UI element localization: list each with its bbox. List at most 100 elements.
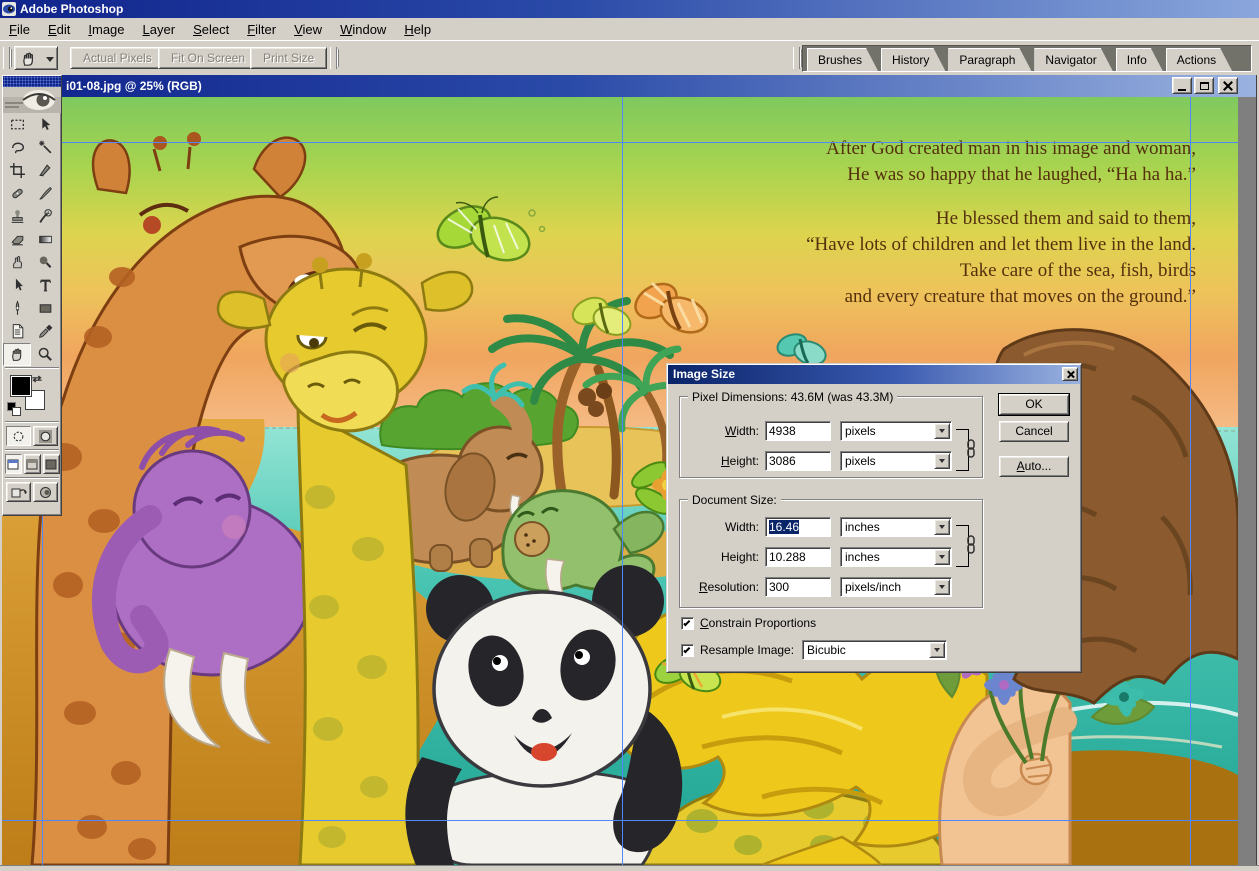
check-icon bbox=[683, 645, 691, 653]
doc-height-unit-select[interactable]: inches bbox=[840, 547, 952, 567]
menu-layer[interactable]: Layer bbox=[134, 20, 185, 39]
print-size-button[interactable]: Print Size bbox=[250, 47, 328, 69]
doc-minimize-button[interactable] bbox=[1172, 77, 1192, 94]
tool-eyedropper[interactable] bbox=[31, 320, 59, 343]
tool-zoom[interactable] bbox=[31, 343, 59, 366]
chevron-down-icon[interactable] bbox=[934, 519, 950, 535]
doc-width-input[interactable]: 16.46 bbox=[765, 517, 831, 537]
actual-pixels-button[interactable]: Actual Pixels bbox=[70, 47, 165, 69]
tool-lasso[interactable] bbox=[3, 136, 31, 159]
guide-horizontal bbox=[2, 820, 1238, 821]
menu-image[interactable]: Image bbox=[79, 20, 133, 39]
document-title: i01-08.jpg @ 25% (RGB) bbox=[66, 79, 202, 93]
fullscreen-menubar-button[interactable] bbox=[23, 454, 41, 474]
close-icon bbox=[1223, 81, 1233, 91]
tool-brush[interactable] bbox=[31, 182, 59, 205]
tool-slice[interactable] bbox=[31, 159, 59, 182]
constrain-proportions-checkbox[interactable] bbox=[681, 616, 694, 630]
adobe-eye-logo[interactable] bbox=[3, 87, 61, 113]
tool-preset-dropdown-icon[interactable] bbox=[44, 47, 57, 71]
ok-button[interactable]: OK bbox=[999, 394, 1069, 415]
tool-pen[interactable] bbox=[3, 297, 31, 320]
dialog-titlebar[interactable]: Image Size bbox=[668, 365, 1080, 384]
tab-info[interactable]: Info bbox=[1116, 48, 1163, 71]
doc-restore-button[interactable] bbox=[1194, 77, 1214, 94]
resample-image-checkbox[interactable] bbox=[681, 643, 694, 657]
chevron-down-icon[interactable] bbox=[934, 579, 950, 595]
chain-link-icon bbox=[967, 535, 975, 554]
standard-mode-button[interactable] bbox=[6, 426, 31, 446]
menu-window[interactable]: Window bbox=[331, 20, 395, 39]
tab-paragraph[interactable]: Paragraph bbox=[948, 48, 1031, 71]
menu-select[interactable]: Select bbox=[184, 20, 238, 39]
menu-view[interactable]: View bbox=[285, 20, 331, 39]
tool-path-selection[interactable] bbox=[3, 274, 31, 297]
resolution-unit-select[interactable]: pixels/inch bbox=[840, 577, 952, 597]
px-width-input[interactable]: 4938 bbox=[765, 421, 831, 441]
standard-screen-button[interactable] bbox=[4, 454, 22, 474]
tool-eraser[interactable] bbox=[3, 228, 31, 251]
document-size-legend: Document Size: bbox=[688, 493, 781, 507]
resample-image-label: Resample Image: bbox=[700, 643, 795, 657]
px-width-unit-select[interactable]: pixels bbox=[840, 421, 952, 441]
tool-shape[interactable] bbox=[31, 297, 59, 320]
tab-brushes[interactable]: Brushes bbox=[807, 48, 878, 71]
menu-help[interactable]: Help bbox=[395, 20, 440, 39]
app-titlebar[interactable]: Adobe Photoshop bbox=[0, 0, 1259, 18]
chevron-down-icon[interactable] bbox=[934, 423, 950, 439]
tool-move[interactable] bbox=[31, 113, 59, 136]
tool-history-brush[interactable] bbox=[31, 205, 59, 228]
tab-history[interactable]: History bbox=[881, 48, 945, 71]
resample-method-select[interactable]: Bicubic bbox=[802, 640, 948, 660]
toolbox-palette bbox=[2, 75, 62, 516]
tool-rectangular-marquee[interactable] bbox=[3, 113, 31, 136]
quick-mask-mode-button[interactable] bbox=[33, 426, 58, 446]
chevron-down-icon[interactable] bbox=[934, 453, 950, 469]
well-grip[interactable] bbox=[793, 47, 800, 69]
fullscreen-button[interactable] bbox=[42, 454, 60, 474]
swap-colors-icon[interactable] bbox=[29, 372, 45, 390]
cancel-button[interactable]: Cancel bbox=[999, 421, 1069, 442]
tool-dodge[interactable] bbox=[31, 251, 59, 274]
default-colors-bg bbox=[12, 407, 21, 416]
jump-to-imageready-button[interactable] bbox=[6, 482, 31, 502]
document-titlebar[interactable]: i01-08.jpg @ 25% (RGB) bbox=[2, 75, 1256, 97]
imageready-icon-button[interactable] bbox=[33, 482, 58, 502]
menu-filter[interactable]: Filter bbox=[238, 20, 285, 39]
workspace-gutter bbox=[1238, 97, 1256, 865]
verse-text: After God created man in his image and w… bbox=[806, 136, 1196, 310]
tool-smudge[interactable] bbox=[3, 251, 31, 274]
doc-height-input[interactable]: 10.288 bbox=[765, 547, 831, 567]
tool-type[interactable] bbox=[31, 274, 59, 297]
options-separator bbox=[330, 47, 337, 69]
doc-width-label: Width: bbox=[724, 520, 759, 534]
pixel-dimensions-group: Pixel Dimensions: 43.6M (was 43.3M) Widt… bbox=[679, 390, 983, 478]
menu-file[interactable]: File bbox=[0, 20, 39, 39]
tool-hand[interactable] bbox=[3, 343, 31, 366]
tool-magic-wand[interactable] bbox=[31, 136, 59, 159]
tool-crop[interactable] bbox=[3, 159, 31, 182]
tool-clone-stamp[interactable] bbox=[3, 205, 31, 228]
chevron-down-icon[interactable] bbox=[929, 642, 946, 658]
tab-actions[interactable]: Actions bbox=[1166, 48, 1232, 71]
tool-notes[interactable] bbox=[3, 320, 31, 343]
auto-button[interactable]: Auto... bbox=[999, 456, 1069, 477]
tool-gradient[interactable] bbox=[31, 228, 59, 251]
doc-width-unit-select[interactable]: inches bbox=[840, 517, 952, 537]
resolution-input[interactable]: 300 bbox=[765, 577, 831, 597]
px-height-unit-select[interactable]: pixels bbox=[840, 451, 952, 471]
tab-navigator[interactable]: Navigator bbox=[1034, 48, 1112, 71]
image-size-dialog: Image Size Pixel Dimensions: 43.6M (was … bbox=[666, 363, 1082, 673]
doc-close-button[interactable] bbox=[1218, 77, 1238, 94]
dialog-close-button[interactable] bbox=[1062, 367, 1078, 381]
options-grip[interactable] bbox=[3, 47, 10, 69]
tool-preset-picker[interactable] bbox=[14, 46, 58, 70]
menu-edit[interactable]: Edit bbox=[39, 20, 79, 39]
fit-on-screen-button[interactable]: Fit On Screen bbox=[158, 47, 259, 69]
px-height-input[interactable]: 3086 bbox=[765, 451, 831, 471]
tool-healing-brush[interactable] bbox=[3, 182, 31, 205]
chevron-down-icon[interactable] bbox=[934, 549, 950, 565]
toolbox-titlebar[interactable] bbox=[3, 76, 61, 87]
foreground-color-swatch[interactable] bbox=[11, 376, 31, 396]
guide-vertical bbox=[622, 97, 623, 865]
